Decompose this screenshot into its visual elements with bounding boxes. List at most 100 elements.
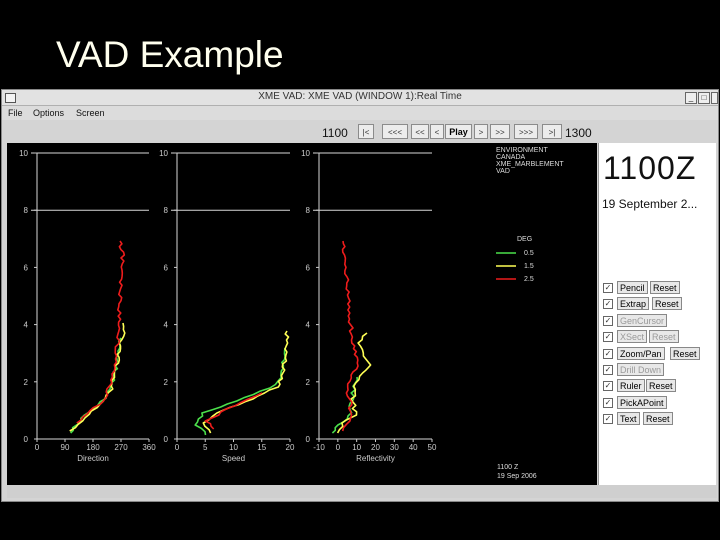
x-tick-label: 0 (175, 443, 180, 452)
product-info: ENVIRONMENT CANADA XME_MARBLEMENT VAD (496, 147, 564, 175)
y-tick-label: 8 (164, 206, 169, 215)
vad-profile-plots: 0 2 4 6 8 10 0 90 180 270 360 Direction 0 2 4 6 8 10 0 5 10 1… (19, 147, 564, 480)
x-tick-label: 10 (229, 443, 238, 452)
tool-button[interactable]: Extrap (617, 297, 650, 311)
tool-button[interactable]: Pencil (617, 281, 648, 294)
tool-checkbox[interactable]: ✓ (603, 381, 613, 392)
play-button[interactable]: Play (445, 124, 472, 139)
last-frame-button[interactable]: >| (542, 124, 562, 139)
y-tick-label: 4 (306, 321, 311, 330)
legend-label-2-5: 2.5 (524, 276, 534, 283)
tool-checkbox[interactable]: ✓ (603, 283, 613, 293)
y-tick-label: 0 (164, 435, 169, 444)
step-back-far-button[interactable]: <<< (382, 124, 408, 139)
tool-button[interactable]: Text (617, 412, 640, 426)
y-tick-label: 0 (306, 435, 311, 444)
tool-button[interactable]: PickAPoint (617, 395, 667, 409)
tool-checkbox[interactable]: ✓ (603, 299, 613, 310)
info-line-3: XME_MARBLEMENT (496, 161, 564, 168)
x-axis-label: Direction (77, 454, 109, 463)
y-tick-label: 8 (306, 206, 311, 215)
tool-reset-button[interactable]: Reset (650, 281, 680, 294)
vad-trace-1.5 (69, 322, 126, 432)
step-forward-button[interactable]: > (474, 124, 488, 139)
y-tick-label: 8 (24, 206, 29, 215)
legend-label-0-5: 0.5 (524, 250, 534, 257)
tool-reset-button[interactable]: Reset (670, 346, 700, 360)
menu-screen[interactable]: Screen (76, 108, 105, 118)
tool-button[interactable]: GenCursor (617, 313, 668, 327)
x-axis-label: Speed (222, 454, 245, 463)
tool-reset-button[interactable]: Reset (652, 297, 682, 311)
slide-title: VAD Example (56, 34, 284, 75)
x-tick-label: 20 (286, 443, 295, 452)
status-bar (7, 485, 717, 498)
info-line-2: CANADA (496, 154, 526, 161)
vad-window: XME VAD: XME VAD (WINDOW 1):Real Time _ … (1, 89, 719, 502)
tool-reset-button[interactable]: Reset (643, 412, 673, 426)
menu-options[interactable]: Options (33, 108, 64, 118)
vad-plot-area[interactable]: 0 2 4 6 8 10 0 90 180 270 360 Direction 0 2 4 6 8 10 0 5 10 1… (7, 143, 597, 485)
step-forward-far-button[interactable]: >>> (514, 124, 538, 139)
step-forward-more-button[interactable]: >> (490, 124, 510, 139)
y-tick-label: 6 (164, 263, 169, 272)
y-tick-label: 10 (159, 149, 168, 158)
step-back-button[interactable]: < (430, 124, 444, 139)
y-tick-label: 0 (24, 435, 29, 444)
menu-file[interactable]: File (8, 108, 23, 118)
x-tick-label: 15 (257, 443, 266, 452)
vad-trace-0.5 (70, 337, 122, 434)
x-tick-label: 0 (35, 443, 40, 452)
tool-checkbox[interactable]: ✓ (603, 414, 613, 425)
tool-panel: 1100Z 19 September 2... ✓ Pencil Reset ✓ Ext… (598, 143, 716, 485)
window-titlebar[interactable]: XME VAD: XME VAD (WINDOW 1):Real Time _ … (2, 90, 718, 106)
tool-button[interactable]: Drill Down (617, 363, 665, 376)
x-tick-label: 30 (390, 443, 399, 452)
x-tick-label: 0 (336, 443, 341, 452)
x-tick-label: 50 (428, 443, 437, 452)
tool-checkbox[interactable]: ✓ (603, 365, 613, 375)
info-line-4: VAD (496, 168, 510, 175)
y-tick-label: 2 (164, 378, 169, 387)
maximize-icon[interactable]: □ (698, 92, 710, 104)
menu-bar: File Options Screen (2, 106, 718, 120)
x-tick-label: 20 (371, 443, 380, 452)
footer-time: 1100 Z (497, 464, 519, 471)
vad-trace-2.5 (76, 240, 126, 424)
x-tick-label: 90 (61, 443, 70, 452)
window-title: XME VAD: XME VAD (WINDOW 1):Real Time (258, 91, 462, 102)
clock-display: 1100Z (603, 150, 697, 186)
tool-button[interactable]: XSect (617, 330, 648, 344)
x-tick-label: 40 (409, 443, 418, 452)
tool-reset-button[interactable]: Reset (649, 330, 679, 344)
y-tick-label: 4 (24, 321, 29, 330)
tool-checkbox[interactable]: ✓ (603, 397, 613, 408)
footer-date: 19 Sep 2006 (497, 473, 537, 480)
close-icon[interactable] (711, 92, 718, 104)
y-tick-label: 10 (19, 149, 28, 158)
y-tick-label: 4 (164, 321, 169, 330)
x-tick-label: 360 (142, 443, 156, 452)
step-back-more-button[interactable]: << (411, 124, 429, 139)
first-frame-button[interactable]: |< (358, 124, 374, 139)
y-tick-label: 2 (24, 378, 29, 387)
x-axis-label: Reflectivity (356, 454, 395, 463)
vad-trace-1.5 (202, 330, 290, 434)
start-time: 1100 (322, 126, 348, 140)
tool-checkbox[interactable]: ✓ (603, 332, 613, 343)
y-tick-label: 6 (306, 263, 311, 272)
tool-reset-button[interactable]: Reset (646, 379, 676, 393)
date-display: 19 September 2... (602, 197, 698, 211)
tool-checkbox[interactable]: ✓ (603, 315, 613, 326)
x-tick-label: 5 (203, 443, 208, 452)
x-tick-label: 10 (352, 443, 361, 452)
minimize-icon[interactable]: _ (685, 92, 697, 104)
tool-button[interactable]: Ruler (617, 379, 645, 393)
elevation-legend: DEG 0.5 1.5 2.5 (496, 236, 534, 283)
x-tick-label: 270 (114, 443, 128, 452)
time-toolbar: 1100 |< <<< << < Play > >> >>> >| 1300 (2, 121, 598, 143)
info-line-1: ENVIRONMENT (496, 147, 548, 154)
x-tick-label: -10 (313, 443, 325, 452)
tool-checkbox[interactable]: ✓ (603, 348, 613, 359)
tool-button[interactable]: Zoom/Pan (617, 346, 665, 360)
